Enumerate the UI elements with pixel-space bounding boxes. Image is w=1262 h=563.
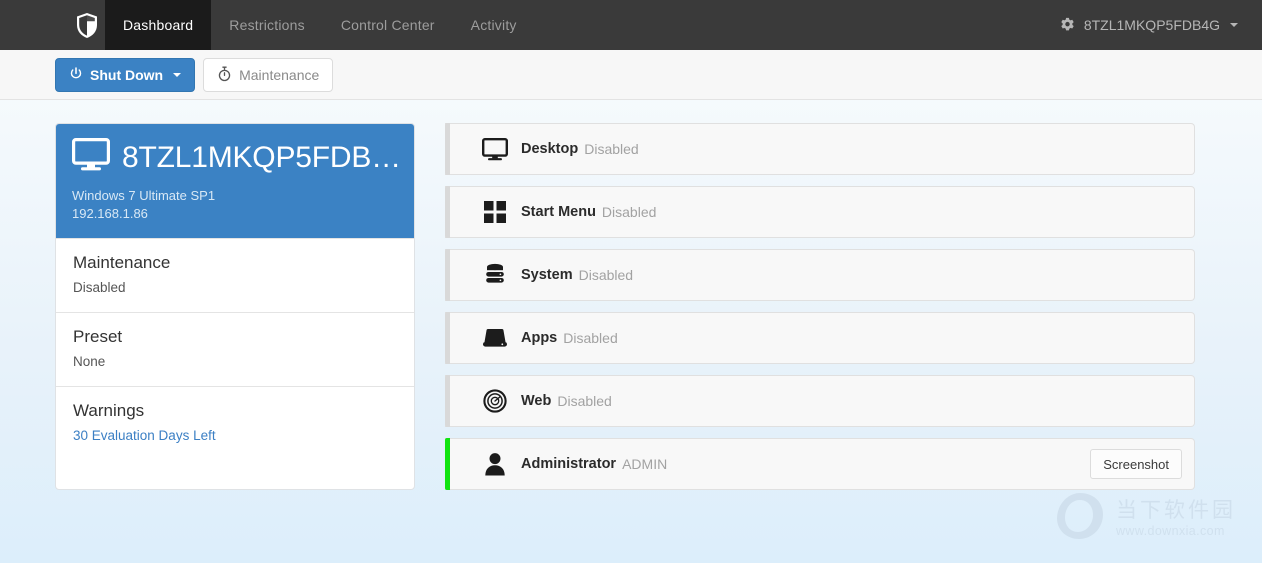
watermark: 当下软件园 www.downxia.com [1053, 490, 1236, 547]
watermark-name: 当下软件园 [1116, 499, 1236, 522]
account-menu[interactable]: 8TZL1MKQP5FDB4G [1059, 0, 1262, 50]
monitor-icon [72, 138, 110, 177]
module-row-administrator[interactable]: Administrator ADMIN Screenshot [445, 438, 1195, 490]
monitor-icon [481, 137, 509, 161]
action-toolbar: Shut Down Maintenance [0, 50, 1262, 100]
screenshot-button[interactable]: Screenshot [1090, 449, 1182, 479]
tab-restrictions-label: Restrictions [229, 17, 305, 33]
device-card-header: 8TZL1MKQP5FDB… Windows 7 Ultimate SP1 19… [56, 124, 414, 238]
shutdown-button[interactable]: Shut Down [55, 57, 196, 92]
maintenance-label: Maintenance [239, 66, 320, 83]
apps-icon [481, 328, 509, 348]
tab-dashboard[interactable]: Dashboard [105, 0, 212, 50]
grid-icon [481, 200, 509, 224]
chevron-down-icon [1230, 23, 1238, 27]
tab-dashboard-label: Dashboard [123, 17, 194, 33]
device-row-maintenance-title: Maintenance [73, 253, 171, 272]
device-row-warnings-link[interactable]: 30 Evaluation Days Left [73, 427, 397, 445]
device-row-preset: Preset None [56, 312, 414, 386]
device-row-preset-title: Preset [73, 327, 123, 346]
module-label: System [521, 267, 573, 283]
account-label: 8TZL1MKQP5FDB4G [1083, 17, 1220, 33]
tab-restrictions[interactable]: Restrictions [211, 0, 323, 50]
module-label: Apps [521, 330, 558, 346]
device-row-warnings: Warnings 30 Evaluation Days Left [56, 386, 414, 460]
device-card: 8TZL1MKQP5FDB… Windows 7 Ultimate SP1 19… [55, 123, 415, 490]
module-label: Web [521, 393, 552, 409]
module-state: Disabled [578, 267, 634, 283]
device-row-maintenance: Maintenance Disabled [56, 238, 414, 312]
power-icon [69, 66, 83, 83]
device-row-preset-value: None [73, 354, 106, 369]
device-row-maintenance-value: Disabled [73, 280, 126, 295]
user-icon [481, 452, 509, 476]
module-row-start-menu[interactable]: Start Menu Disabled [445, 186, 1195, 238]
gear-icon [1059, 17, 1076, 34]
tab-activity-label: Activity [470, 17, 517, 33]
device-row-warnings-title: Warnings [73, 401, 145, 420]
device-ip: 192.168.1.86 [72, 206, 148, 221]
module-state: Disabled [563, 330, 618, 346]
stopwatch-icon [217, 66, 232, 84]
module-state: Disabled [557, 393, 612, 409]
module-state: ADMIN [622, 456, 668, 472]
shield-icon[interactable] [68, 0, 106, 50]
tab-activity[interactable]: Activity [453, 0, 535, 50]
module-list: Desktop Disabled Start Menu Disabled Sys… [445, 123, 1195, 490]
dashboard-content: 8TZL1MKQP5FDB… Windows 7 Ultimate SP1 19… [0, 100, 1262, 490]
module-label: Administrator [521, 456, 617, 472]
top-navbar: Dashboard Restrictions Control Center Ac… [0, 0, 1262, 50]
module-label: Desktop [521, 141, 579, 157]
tab-control-center-label: Control Center [340, 17, 435, 33]
server-icon [481, 263, 509, 287]
module-label: Start Menu [521, 204, 596, 220]
maintenance-button[interactable]: Maintenance [203, 57, 334, 92]
watermark-url: www.downxia.com [1116, 524, 1225, 538]
module-row-apps[interactable]: Apps Disabled [445, 312, 1195, 364]
module-state: Disabled [584, 141, 639, 157]
shutdown-label: Shut Down [90, 66, 164, 83]
module-row-system[interactable]: System Disabled [445, 249, 1195, 301]
module-row-desktop[interactable]: Desktop Disabled [445, 123, 1195, 175]
module-state: Disabled [601, 204, 657, 220]
web-icon [481, 389, 509, 413]
device-card-title: 8TZL1MKQP5FDB… [122, 140, 398, 174]
device-os: Windows 7 Ultimate SP1 [72, 188, 216, 203]
module-row-web[interactable]: Web Disabled [445, 375, 1195, 427]
chevron-down-icon [173, 72, 182, 77]
o-logo-icon [1053, 490, 1107, 547]
tab-control-center[interactable]: Control Center [323, 0, 453, 50]
